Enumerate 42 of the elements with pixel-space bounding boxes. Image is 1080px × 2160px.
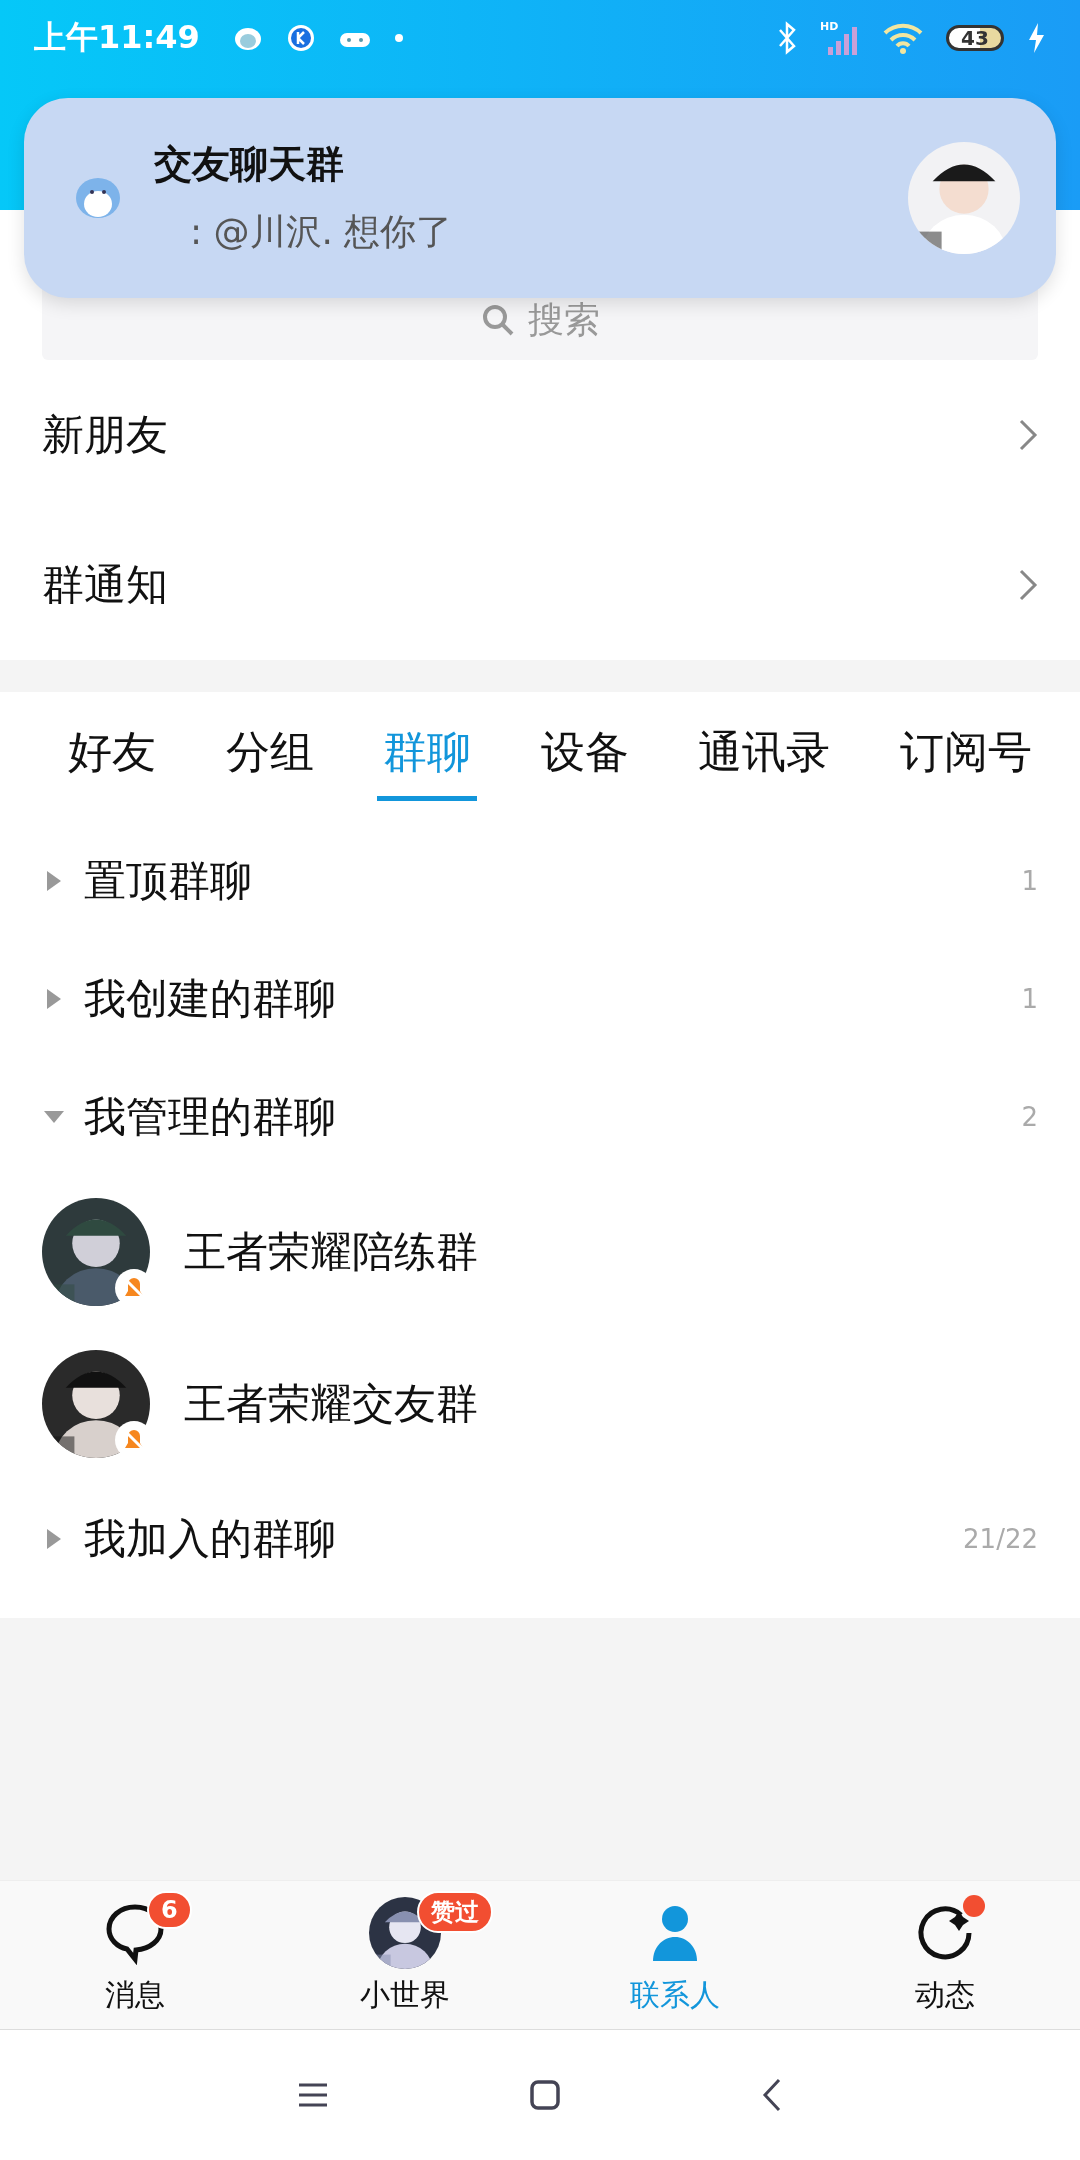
tab[interactable]: 分组 bbox=[219, 722, 320, 801]
tab[interactable]: 订阅号 bbox=[893, 722, 1038, 801]
notification-dot-icon bbox=[393, 33, 404, 43]
group-category[interactable]: 我创建的群聊 bbox=[84, 971, 1004, 1027]
group-category[interactable]: 我加入的群聊 bbox=[84, 1511, 946, 1567]
chevron-right-icon bbox=[1018, 418, 1038, 452]
group-count: 2 bbox=[1021, 1102, 1038, 1132]
wifi-icon bbox=[882, 21, 924, 55]
nav-label[interactable]: 小世界 bbox=[360, 1974, 450, 2016]
count-badge: 6 bbox=[147, 1890, 192, 1929]
group-category[interactable]: 置顶群聊 bbox=[84, 853, 1004, 909]
chevron-right-icon bbox=[1018, 568, 1038, 602]
search-placeholder: 搜索 bbox=[528, 297, 600, 342]
nav-label[interactable]: 动态 bbox=[915, 1974, 975, 2016]
home-square-icon[interactable] bbox=[529, 2079, 561, 2111]
menu-row[interactable]: 新朋友 bbox=[0, 360, 1080, 510]
menu-icon[interactable] bbox=[297, 2081, 329, 2109]
tab[interactable]: 设备 bbox=[534, 722, 635, 801]
count-badge: 赞过 bbox=[417, 1890, 493, 1933]
bluetooth-icon bbox=[776, 21, 798, 55]
k-circle-icon bbox=[285, 23, 316, 53]
nav-label[interactable]: 消息 bbox=[105, 1974, 165, 2016]
menu-row[interactable]: 群通知 bbox=[0, 510, 1080, 660]
menu-label: 新朋友 bbox=[42, 409, 168, 461]
notification-message: : @川沢. 想你了 bbox=[189, 210, 454, 254]
group-count: 1 bbox=[1021, 984, 1038, 1014]
battery-level: 43 bbox=[946, 25, 1004, 51]
menu-label: 群通知 bbox=[42, 559, 168, 611]
charging-icon bbox=[1026, 22, 1046, 54]
notification-card[interactable]: 交友聊天群 : @川沢. 想你了 bbox=[24, 98, 1056, 298]
tab[interactable]: 好友 bbox=[62, 722, 162, 801]
group-name[interactable]: 王者荣耀交友群 bbox=[184, 1376, 478, 1432]
group-count: 1 bbox=[1021, 866, 1038, 896]
group-category[interactable]: 我管理的群聊 bbox=[84, 1089, 1004, 1145]
tab[interactable]: 通讯录 bbox=[692, 722, 837, 801]
back-icon[interactable] bbox=[761, 2077, 783, 2113]
network-label: HD bbox=[820, 21, 839, 32]
notification-title: 交友聊天群 bbox=[154, 141, 345, 188]
search-icon bbox=[480, 302, 516, 338]
group-name[interactable]: 王者荣耀陪练群 bbox=[184, 1224, 478, 1280]
group-count: 21/22 bbox=[963, 1524, 1038, 1554]
status-time: 上午11:49 bbox=[34, 17, 200, 58]
